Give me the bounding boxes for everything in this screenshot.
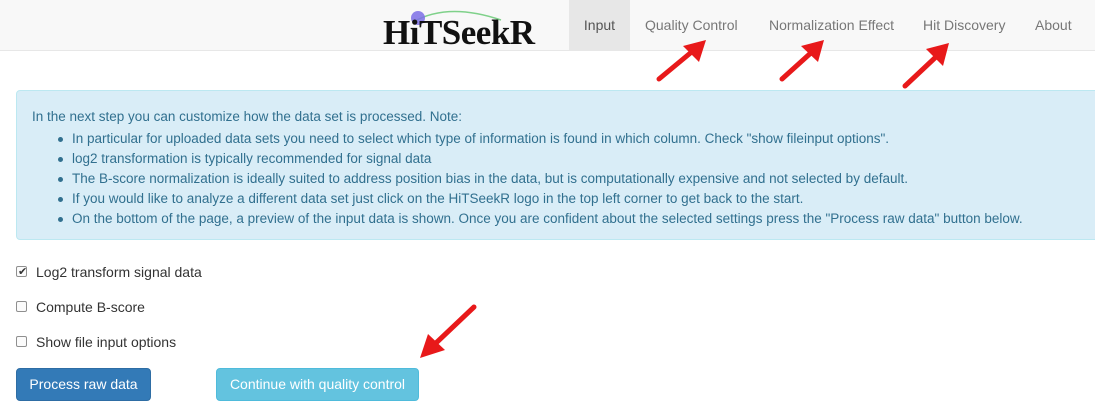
tab-about[interactable]: About bbox=[1035, 0, 1072, 50]
bscore-checkbox[interactable] bbox=[16, 301, 27, 312]
continue-quality-control-button[interactable]: Continue with quality control bbox=[216, 368, 419, 401]
list-item: In particular for uploaded data sets you… bbox=[32, 129, 1023, 149]
tab-input[interactable]: Input bbox=[569, 0, 630, 50]
list-item: On the bottom of the page, a preview of … bbox=[32, 209, 1023, 229]
annotation-arrow-icon bbox=[779, 40, 824, 82]
info-alert: In the next step you can customize how t… bbox=[16, 90, 1095, 240]
bscore-label[interactable]: Compute B-score bbox=[36, 297, 145, 317]
info-list: In particular for uploaded data sets you… bbox=[32, 129, 1023, 229]
process-raw-data-button[interactable]: Process raw data bbox=[16, 368, 151, 401]
file-input-options-checkbox[interactable] bbox=[16, 336, 27, 347]
log2-checkbox[interactable]: ✔ bbox=[16, 266, 27, 278]
annotation-arrow-icon bbox=[656, 40, 706, 82]
annotation-arrow-icon bbox=[420, 304, 477, 358]
log2-label[interactable]: Log2 transform signal data bbox=[36, 262, 202, 282]
logo-text: HiTSeekR bbox=[383, 13, 535, 52]
list-item: If you would like to analyze a different… bbox=[32, 189, 1023, 209]
info-intro-text: In the next step you can customize how t… bbox=[32, 109, 462, 124]
file-input-options-label[interactable]: Show file input options bbox=[36, 332, 176, 352]
checkmark-icon: ✔ bbox=[18, 266, 28, 278]
hitseekr-logo[interactable]: HiTSeekR bbox=[383, 10, 543, 52]
annotation-arrow-icon bbox=[902, 43, 949, 89]
list-item: The B-score normalization is ideally sui… bbox=[32, 169, 1023, 189]
list-item: log2 transformation is typically recomme… bbox=[32, 149, 1023, 169]
